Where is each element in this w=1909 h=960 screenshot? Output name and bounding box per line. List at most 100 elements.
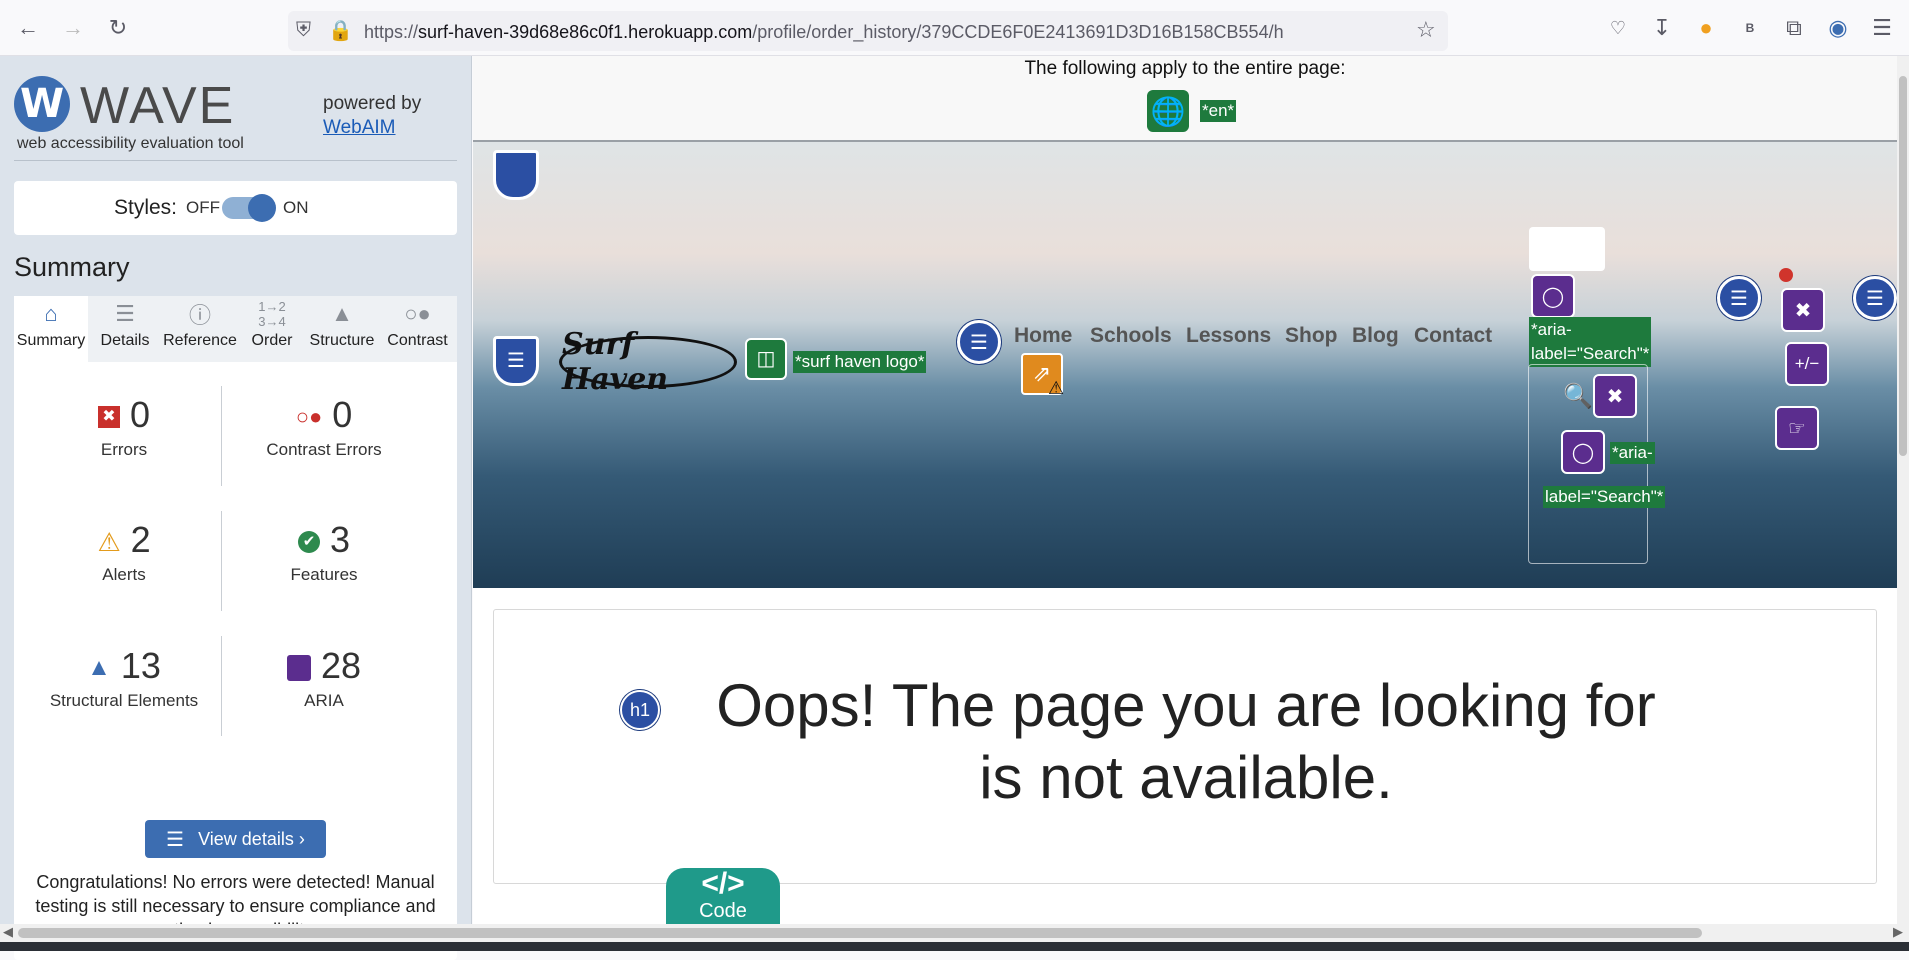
region-icon[interactable]: ☰ bbox=[493, 336, 539, 386]
tab-label: Summary bbox=[16, 332, 86, 349]
view-details-label: View details › bbox=[198, 828, 305, 849]
forward-icon[interactable]: → bbox=[55, 10, 91, 46]
bookmark-star-icon[interactable]: ☆ bbox=[1416, 17, 1436, 43]
vertical-scrollbar[interactable] bbox=[1897, 56, 1909, 924]
powered-by-text: powered by bbox=[323, 93, 422, 114]
extensions-icon[interactable]: ⧉ bbox=[1776, 10, 1812, 46]
view-details-button[interactable]: ☰ View details › bbox=[145, 820, 326, 858]
list-structure-icon[interactable]: ☰ bbox=[957, 320, 1001, 364]
language-globe-icon[interactable]: 🌐 bbox=[1147, 90, 1189, 132]
wave-extension-icon[interactable]: ◉ bbox=[1820, 10, 1856, 46]
feature-check-icon: ✔ bbox=[297, 531, 320, 554]
reload-icon[interactable]: ↻ bbox=[100, 10, 136, 46]
contrast-error-icon: ○● bbox=[295, 404, 323, 430]
code-button[interactable]: </> Code bbox=[666, 868, 780, 924]
wave-subtitle: web accessibility evaluation tool bbox=[17, 135, 244, 152]
linked-image-icon[interactable]: ◫ bbox=[745, 338, 787, 380]
list-icon: ☰ bbox=[115, 301, 135, 326]
horizontal-scroll-thumb[interactable] bbox=[18, 928, 1702, 938]
code-icon: </> bbox=[701, 867, 745, 900]
alerts-label: Alerts bbox=[102, 565, 146, 584]
stat-contrast-errors[interactable]: ○● 0 Contrast Errors bbox=[234, 394, 414, 460]
logo-text: Surf Haven bbox=[562, 327, 669, 397]
powered-by: powered by WebAIM bbox=[323, 92, 421, 140]
tab-structure[interactable]: ▲ Structure bbox=[306, 296, 378, 362]
alerts-count: 2 bbox=[130, 519, 151, 560]
aria-button-icon[interactable]: ☞ bbox=[1775, 406, 1819, 450]
styles-toggle-box: Styles: OFF ON bbox=[14, 181, 457, 235]
nav-contact[interactable]: Contact bbox=[1414, 324, 1492, 348]
list-structure-icon[interactable]: ☰ bbox=[1717, 276, 1761, 320]
nav-lessons[interactable]: Lessons bbox=[1186, 324, 1271, 348]
h1-badge-text: h1 bbox=[629, 700, 651, 720]
stat-aria[interactable]: 28 ARIA bbox=[234, 645, 414, 711]
webaim-link[interactable]: WebAIM bbox=[323, 117, 396, 138]
search-icon[interactable]: 🔍 bbox=[1563, 382, 1593, 411]
aria-count: 28 bbox=[320, 645, 362, 686]
wave-tabs: ⌂ Summary ☰ Details ⓘ Reference 1→2 3→4 O… bbox=[14, 296, 457, 362]
tab-reference[interactable]: ⓘ Reference bbox=[162, 296, 238, 362]
stat-errors[interactable]: ✖ 0 Errors bbox=[34, 394, 214, 460]
os-taskbar bbox=[0, 942, 1909, 951]
aria-label-tag-2b: label="Search"* bbox=[1543, 486, 1666, 508]
hero-header: ☰ Surf Haven ◫ *surf haven logo* ☰ Home … bbox=[473, 142, 1897, 588]
back-icon[interactable]: ← bbox=[10, 10, 46, 46]
stat-alerts[interactable]: ⚠ 2 Alerts bbox=[34, 519, 214, 585]
address-bar[interactable]: ⛨ 🔒 https://surf-haven-39d68e86c0f1.hero… bbox=[288, 11, 1448, 51]
nav-blog[interactable]: Blog bbox=[1352, 324, 1399, 348]
region-icon[interactable] bbox=[493, 150, 539, 200]
h1-badge-icon[interactable]: h1 bbox=[620, 690, 660, 730]
aria-close-icon[interactable]: ✖ bbox=[1593, 374, 1637, 418]
errors-count: 0 bbox=[129, 394, 151, 435]
stat-features[interactable]: ✔ 3 Features bbox=[234, 519, 414, 585]
heading-text: Oops! The page you are looking for is no… bbox=[716, 672, 1656, 811]
tab-contrast[interactable]: ○● Contrast bbox=[378, 296, 457, 362]
lock-icon[interactable]: 🔒 bbox=[328, 18, 353, 43]
url-prefix: https:// bbox=[364, 22, 419, 42]
aria-label-tag: *aria-label="Search"* bbox=[1529, 317, 1651, 367]
tab-order[interactable]: 1→2 3→4 Order bbox=[238, 296, 306, 362]
menu-icon[interactable]: ☰ bbox=[1864, 10, 1900, 46]
horizontal-scrollbar[interactable]: ◀ ▶ bbox=[0, 924, 1909, 942]
styles-toggle[interactable] bbox=[222, 194, 276, 222]
contrast-icon: ○● bbox=[404, 301, 431, 326]
tab-label: Contrast bbox=[387, 332, 448, 349]
aria-expand-icon[interactable]: +/− bbox=[1785, 342, 1829, 386]
search-toggle-box[interactable] bbox=[1529, 227, 1605, 271]
errors-label: Errors bbox=[100, 440, 148, 459]
features-label: Features bbox=[290, 565, 358, 584]
stat-structural[interactable]: ▲ 13 Structural Elements bbox=[34, 645, 214, 711]
vertical-scroll-thumb[interactable] bbox=[1899, 76, 1907, 456]
aria-label-icon[interactable]: ◯ bbox=[1561, 430, 1605, 474]
list-structure-icon[interactable]: ☰ bbox=[1853, 276, 1897, 320]
download-icon[interactable]: ↧ bbox=[1644, 10, 1680, 46]
url-text[interactable]: https://surf-haven-39d68e86c0f1.herokuap… bbox=[364, 22, 1284, 43]
info-icon: ⓘ bbox=[188, 303, 211, 328]
extension-orange-icon[interactable]: ● bbox=[1688, 10, 1724, 46]
tab-summary[interactable]: ⌂ Summary bbox=[14, 296, 88, 362]
nav-home[interactable]: Home bbox=[1014, 324, 1072, 348]
error-icon: ✖ bbox=[97, 406, 120, 429]
profile-icon[interactable]: B bbox=[1732, 10, 1768, 46]
tab-details[interactable]: ☰ Details bbox=[88, 296, 162, 362]
structure-icon: ▲ bbox=[331, 301, 353, 326]
styles-label: Styles: bbox=[114, 196, 178, 219]
apply-text: The following apply to the entire page: bbox=[1024, 58, 1346, 79]
scroll-right-icon[interactable]: ▶ bbox=[1893, 924, 1903, 940]
surf-haven-logo[interactable]: Surf Haven bbox=[559, 327, 737, 397]
pocket-icon[interactable]: ♡ bbox=[1600, 10, 1636, 46]
user-icon[interactable] bbox=[1779, 268, 1793, 282]
nav-shop[interactable]: Shop bbox=[1285, 324, 1338, 348]
toggle-knob[interactable] bbox=[248, 194, 276, 222]
tab-label: Order bbox=[251, 332, 293, 349]
scroll-left-icon[interactable]: ◀ bbox=[3, 924, 13, 940]
divider bbox=[14, 160, 457, 161]
nav-schools[interactable]: Schools bbox=[1090, 324, 1172, 348]
contrast-errors-count: 0 bbox=[332, 394, 353, 435]
shield-icon[interactable]: ⛨ bbox=[296, 19, 311, 42]
features-count: 3 bbox=[329, 519, 351, 560]
aria-close-icon[interactable]: ✖ bbox=[1781, 288, 1825, 332]
styles-off-label: OFF bbox=[186, 198, 220, 217]
aria-label-icon[interactable]: ◯ bbox=[1531, 274, 1575, 318]
list-icon: ☰ bbox=[166, 828, 185, 851]
